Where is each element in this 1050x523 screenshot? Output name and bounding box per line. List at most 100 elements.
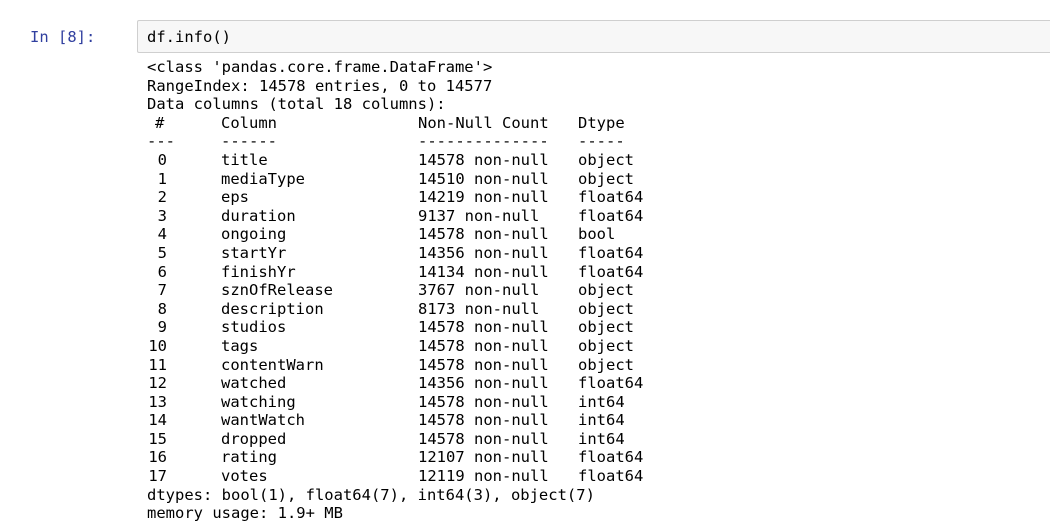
separator-column: ------ bbox=[221, 132, 277, 151]
row-column-name: duration bbox=[221, 206, 296, 225]
info-header-row: # Column Non-Null Count Dtype bbox=[147, 114, 1037, 133]
row-index: 10 bbox=[148, 336, 167, 355]
row-index: 3 bbox=[157, 206, 167, 225]
row-non-null-count: 14578 non-null bbox=[418, 318, 549, 337]
row-index: 12 bbox=[148, 374, 167, 393]
row-column-name: rating bbox=[221, 448, 277, 467]
code-input-area[interactable]: df.info() bbox=[137, 20, 1050, 53]
row-index: 8 bbox=[157, 299, 167, 318]
column-info-row: 11 contentWarn 14578 non-null object bbox=[147, 356, 1037, 375]
row-non-null-count: 12119 non-null bbox=[418, 467, 549, 486]
column-info-row: 14 wantWatch 14578 non-null int64 bbox=[147, 411, 1037, 430]
row-column-name: studios bbox=[221, 318, 287, 337]
row-index: 15 bbox=[148, 429, 167, 448]
column-info-row: 17 votes 12119 non-null float64 bbox=[147, 467, 1037, 486]
row-non-null-count: 14578 non-null bbox=[418, 355, 549, 374]
row-dtype: object bbox=[578, 150, 634, 169]
row-index: 4 bbox=[157, 225, 167, 244]
row-column-name: description bbox=[221, 299, 324, 318]
header-column: Column bbox=[221, 113, 277, 132]
row-column-name: sznOfRelease bbox=[221, 281, 333, 300]
row-non-null-count: 14510 non-null bbox=[418, 169, 549, 188]
output-memory-usage: memory usage: 1.9+ MB bbox=[147, 504, 343, 523]
row-non-null-count: 14356 non-null bbox=[418, 374, 549, 393]
row-dtype: object bbox=[578, 336, 634, 355]
column-info-row: 2 eps 14219 non-null float64 bbox=[147, 188, 1037, 207]
row-dtype: int64 bbox=[578, 429, 625, 448]
row-index: 5 bbox=[157, 243, 167, 262]
row-column-name: finishYr bbox=[221, 262, 296, 281]
row-column-name: tags bbox=[221, 336, 259, 355]
row-column-name: eps bbox=[221, 188, 249, 207]
row-dtype: float64 bbox=[578, 448, 644, 467]
row-column-name: ongoing bbox=[221, 225, 287, 244]
row-column-name: startYr bbox=[221, 243, 287, 262]
column-info-row: 10 tags 14578 non-null object bbox=[147, 337, 1037, 356]
row-non-null-count: 14219 non-null bbox=[418, 188, 549, 207]
cell-output: <class 'pandas.core.frame.DataFrame'> Ra… bbox=[147, 58, 1037, 523]
row-column-name: title bbox=[221, 150, 268, 169]
row-dtype: int64 bbox=[578, 411, 625, 430]
row-non-null-count: 3767 non-null bbox=[418, 281, 540, 300]
input-prompt: In [8]: bbox=[30, 28, 96, 46]
output-data-columns: Data columns (total 18 columns): bbox=[147, 95, 446, 114]
row-column-name: wantWatch bbox=[221, 411, 305, 430]
column-info-row: 1 mediaType 14510 non-null object bbox=[147, 170, 1037, 189]
row-column-name: dropped bbox=[221, 429, 287, 448]
row-dtype: float64 bbox=[578, 206, 644, 225]
row-column-name: watching bbox=[221, 392, 296, 411]
row-non-null-count: 14578 non-null bbox=[418, 150, 549, 169]
row-index: 13 bbox=[148, 392, 167, 411]
notebook-code-cell: In [8]: df.info() <class 'pandas.core.fr… bbox=[0, 0, 1050, 523]
info-separator-row: --- ------ -------------- ----- bbox=[147, 132, 1037, 151]
row-non-null-count: 12107 non-null bbox=[418, 448, 549, 467]
row-index: 14 bbox=[148, 411, 167, 430]
row-non-null-count: 14578 non-null bbox=[418, 225, 549, 244]
row-dtype: int64 bbox=[578, 392, 625, 411]
row-dtype: float64 bbox=[578, 243, 644, 262]
column-info-row: 16 rating 12107 non-null float64 bbox=[147, 448, 1037, 467]
column-info-row: 7 sznOfRelease 3767 non-null object bbox=[147, 281, 1037, 300]
row-dtype: object bbox=[578, 281, 634, 300]
column-info-row: 9 studios 14578 non-null object bbox=[147, 318, 1037, 337]
column-info-row: 0 title 14578 non-null object bbox=[147, 151, 1037, 170]
row-index: 11 bbox=[148, 355, 167, 374]
row-non-null-count: 14356 non-null bbox=[418, 243, 549, 262]
row-dtype: float64 bbox=[578, 467, 644, 486]
row-non-null-count: 8173 non-null bbox=[418, 299, 540, 318]
row-non-null-count: 14578 non-null bbox=[418, 429, 549, 448]
code-input-text[interactable]: df.info() bbox=[147, 25, 231, 49]
row-index: 1 bbox=[157, 169, 167, 188]
row-column-name: watched bbox=[221, 374, 287, 393]
column-info-row: 12 watched 14356 non-null float64 bbox=[147, 374, 1037, 393]
header-dtype: Dtype bbox=[578, 113, 625, 132]
row-index: 6 bbox=[157, 262, 167, 281]
row-dtype: object bbox=[578, 355, 634, 374]
column-info-row: 4 ongoing 14578 non-null bool bbox=[147, 225, 1037, 244]
row-dtype: object bbox=[578, 169, 634, 188]
row-non-null-count: 14578 non-null bbox=[418, 392, 549, 411]
row-non-null-count: 14134 non-null bbox=[418, 262, 549, 281]
row-non-null-count: 14578 non-null bbox=[418, 336, 549, 355]
row-column-name: contentWarn bbox=[221, 355, 324, 374]
column-info-row: 8 description 8173 non-null object bbox=[147, 300, 1037, 319]
header-non-null: Non-Null Count bbox=[418, 113, 549, 132]
column-info-row: 13 watching 14578 non-null int64 bbox=[147, 393, 1037, 412]
row-index: 16 bbox=[148, 448, 167, 467]
row-dtype: float64 bbox=[578, 262, 644, 281]
header-index: # bbox=[155, 113, 165, 132]
column-info-row: 5 startYr 14356 non-null float64 bbox=[147, 244, 1037, 263]
column-info-row: 6 finishYr 14134 non-null float64 bbox=[147, 263, 1037, 282]
row-index: 2 bbox=[157, 188, 167, 207]
row-dtype: float64 bbox=[578, 188, 644, 207]
row-index: 9 bbox=[157, 318, 167, 337]
separator-dtype: ----- bbox=[578, 132, 625, 151]
row-dtype: object bbox=[578, 299, 634, 318]
column-info-row: 3 duration 9137 non-null float64 bbox=[147, 207, 1037, 226]
info-rows: 0 title 14578 non-null object 1 mediaType 1451… bbox=[147, 151, 1037, 486]
row-non-null-count: 14578 non-null bbox=[418, 411, 549, 430]
row-dtype: float64 bbox=[578, 374, 644, 393]
output-dtypes-summary: dtypes: bool(1), float64(7), int64(3), o… bbox=[147, 485, 595, 504]
row-column-name: votes bbox=[221, 467, 268, 486]
row-index: 0 bbox=[157, 150, 167, 169]
